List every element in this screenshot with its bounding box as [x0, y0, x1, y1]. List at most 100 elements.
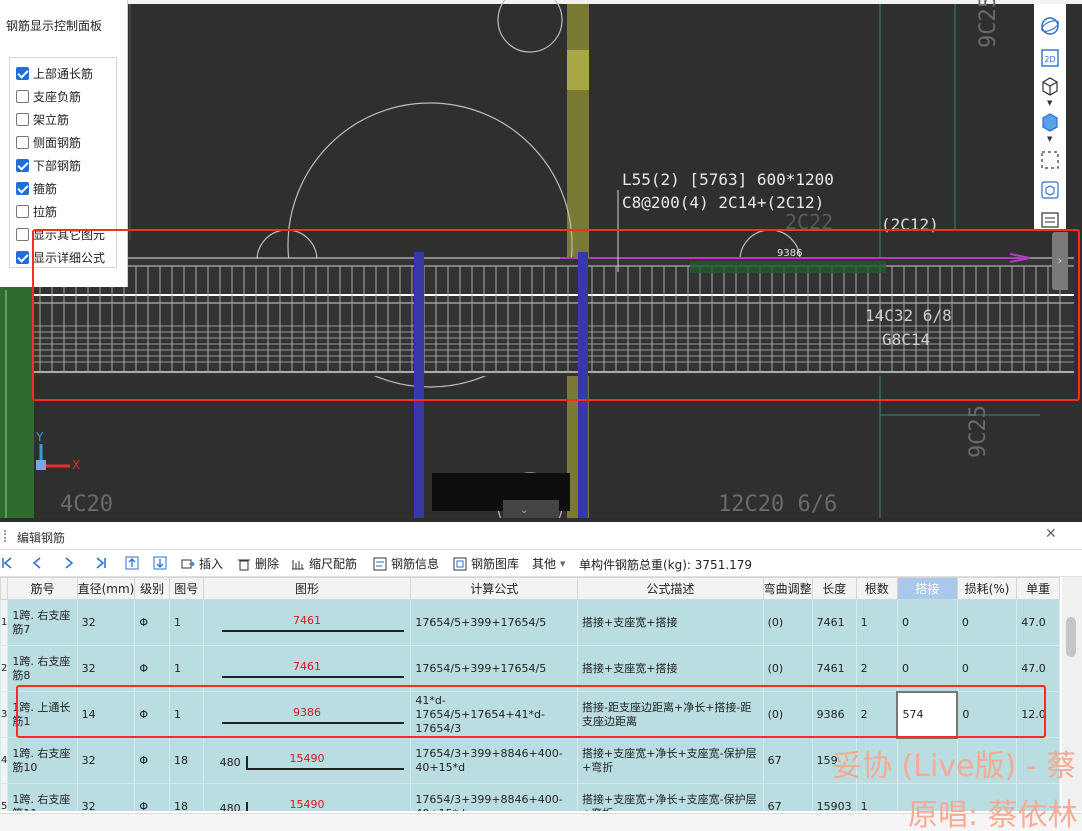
cell-grade[interactable]: Φ: [134, 599, 170, 646]
column-header[interactable]: 损耗(%): [956, 577, 1018, 600]
cell-formula[interactable]: 41*d-17654/5+17654+41*d-17654/3: [410, 691, 579, 738]
table-row[interactable]: 1 1跨. 右支座筋7 32 Φ 1 7461 17654/5+399+17654/5 搭接+…: [0, 599, 1060, 646]
shape-cell[interactable]: 7461: [202, 645, 412, 692]
cell-unit-weight[interactable]: 12.0: [1016, 691, 1060, 738]
table-row[interactable]: 4 1跨. 右支座筋10 32 Φ 18 15490 480 17654/3+399+8846…: [0, 737, 1060, 784]
cad-viewport[interactable]: L55(2) [5763] 600*1200 C8@200(4) 2C14+(2…: [0, 0, 1082, 518]
selection-box-icon[interactable]: [1040, 150, 1060, 170]
cell-count[interactable]: 2: [855, 691, 898, 738]
cell-desc[interactable]: 搭接+支座宽+搭接: [577, 645, 764, 692]
cell-length[interactable]: 9386: [811, 691, 857, 738]
cell-loss[interactable]: [956, 737, 1018, 784]
scale-rebar-button[interactable]: 缩尺配筋: [291, 556, 357, 571]
column-header[interactable]: 搭接: [896, 577, 958, 600]
cell-grade[interactable]: Φ: [134, 645, 170, 692]
cell-length[interactable]: 7461: [811, 599, 857, 646]
column-header[interactable]: 计算公式: [410, 577, 579, 600]
other-dropdown[interactable]: 其他 ▼: [532, 556, 565, 571]
view-2d-icon[interactable]: 2D: [1040, 48, 1060, 68]
column-header[interactable]: 图号: [168, 577, 204, 600]
cell-name[interactable]: 1跨. 右支座筋7: [7, 599, 78, 646]
shape-cell[interactable]: 9386: [202, 691, 412, 738]
cell-unit-weight[interactable]: [1016, 783, 1060, 811]
cell-diameter[interactable]: 32: [76, 737, 136, 784]
collapse-arrow-icon[interactable]: ⌄: [520, 505, 528, 516]
delete-button[interactable]: 删除: [237, 556, 279, 571]
control-option[interactable]: 显示详细公式: [10, 246, 116, 269]
cell-fig-no[interactable]: 1: [168, 691, 204, 738]
column-header[interactable]: 图形: [202, 577, 412, 600]
column-header[interactable]: 长度: [811, 577, 857, 600]
cell-name[interactable]: 1跨. 上通长筋1: [7, 691, 78, 738]
cell-fig-no[interactable]: 1: [168, 645, 204, 692]
shape-cell[interactable]: 7461: [202, 599, 412, 646]
column-header[interactable]: 直径(mm): [76, 577, 136, 600]
cell-length[interactable]: 7461: [811, 645, 857, 692]
cell-grade[interactable]: Φ: [134, 691, 170, 738]
cell-fig-no[interactable]: 1: [168, 599, 204, 646]
column-header[interactable]: 公式描述: [577, 577, 764, 600]
option-checkbox[interactable]: [16, 228, 29, 241]
cell-bend[interactable]: 67: [762, 783, 813, 811]
cell-lap[interactable]: 0: [896, 599, 958, 646]
component-icon[interactable]: [1040, 180, 1060, 200]
cell-bend[interactable]: (0): [762, 645, 813, 692]
cell-fig-no[interactable]: 18: [168, 737, 204, 784]
control-option[interactable]: 支座负筋: [10, 85, 116, 108]
prev-record-icon[interactable]: [30, 556, 44, 570]
orbit-icon[interactable]: [1040, 16, 1060, 36]
cell-length[interactable]: 15903: [811, 783, 857, 811]
option-checkbox[interactable]: [16, 205, 29, 218]
cube-icon[interactable]: [1040, 76, 1060, 96]
cell-formula[interactable]: 17654/3+399+8846+400-40+15*d: [410, 783, 579, 811]
control-option[interactable]: 拉筋: [10, 200, 116, 223]
rebar-info-button[interactable]: 钢筋信息: [373, 556, 439, 571]
scrollbar-thumb[interactable]: [1066, 617, 1076, 657]
last-record-icon[interactable]: [94, 556, 108, 570]
move-up-icon[interactable]: [125, 556, 139, 570]
cell-count[interactable]: 2: [855, 645, 898, 692]
cell-formula[interactable]: 17654/5+399+17654/5: [410, 599, 579, 646]
cell-lap[interactable]: 574: [896, 690, 959, 739]
cell-loss[interactable]: 0: [956, 691, 1018, 738]
close-icon[interactable]: ✕: [1045, 526, 1057, 542]
cell-formula[interactable]: 17654/3+399+8846+400-40+15*d: [410, 737, 579, 784]
side-expand-tab[interactable]: ›: [1052, 232, 1068, 290]
control-option[interactable]: 侧面钢筋: [10, 131, 116, 154]
cell-length[interactable]: 159: [811, 737, 857, 784]
cell-loss[interactable]: 0: [956, 599, 1018, 646]
cell-unit-weight[interactable]: [1016, 737, 1060, 784]
cell-grade[interactable]: Φ: [134, 783, 170, 811]
cell-desc[interactable]: 搭接+支座宽+净长+支座宽-保护层+弯折: [577, 783, 764, 811]
column-header[interactable]: 筋号: [7, 577, 78, 600]
option-checkbox[interactable]: [16, 67, 29, 80]
table-row[interactable]: 51跨. 右支座筋1132Φ181549048017654/3+399+8846…: [0, 783, 1060, 811]
next-record-icon[interactable]: [62, 556, 76, 570]
option-checkbox[interactable]: [16, 251, 29, 264]
dropdown-arrow-icon[interactable]: ▼: [1047, 99, 1052, 107]
grip-icon[interactable]: [4, 530, 7, 542]
cell-count[interactable]: [855, 737, 898, 784]
cell-diameter[interactable]: 32: [76, 645, 136, 692]
cell-name[interactable]: 1跨. 右支座筋11: [7, 783, 78, 811]
cell-unit-weight[interactable]: 47.0: [1016, 599, 1060, 646]
option-checkbox[interactable]: [16, 90, 29, 103]
move-down-icon[interactable]: [153, 556, 167, 570]
cell-count[interactable]: 1: [855, 599, 898, 646]
control-option[interactable]: 箍筋: [10, 177, 116, 200]
cell-loss[interactable]: [956, 783, 1018, 811]
cell-diameter[interactable]: 14: [76, 691, 136, 738]
rebar-library-button[interactable]: 钢筋图库: [453, 556, 519, 571]
control-option[interactable]: 显示其它图元: [10, 223, 116, 246]
dropdown-arrow-icon[interactable]: ▼: [1047, 135, 1052, 143]
column-header[interactable]: 弯曲调整: [762, 577, 813, 600]
cell-unit-weight[interactable]: 47.0: [1016, 645, 1060, 692]
control-option[interactable]: 上部通长筋: [10, 62, 116, 85]
vertical-scrollbar[interactable]: [1062, 577, 1082, 811]
cell-diameter[interactable]: 32: [76, 783, 136, 811]
cell-bend[interactable]: (0): [762, 599, 813, 646]
option-checkbox[interactable]: [16, 136, 29, 149]
cell-formula[interactable]: 17654/5+399+17654/5: [410, 645, 579, 692]
cell-diameter[interactable]: 32: [76, 599, 136, 646]
cell-lap[interactable]: [896, 737, 958, 784]
